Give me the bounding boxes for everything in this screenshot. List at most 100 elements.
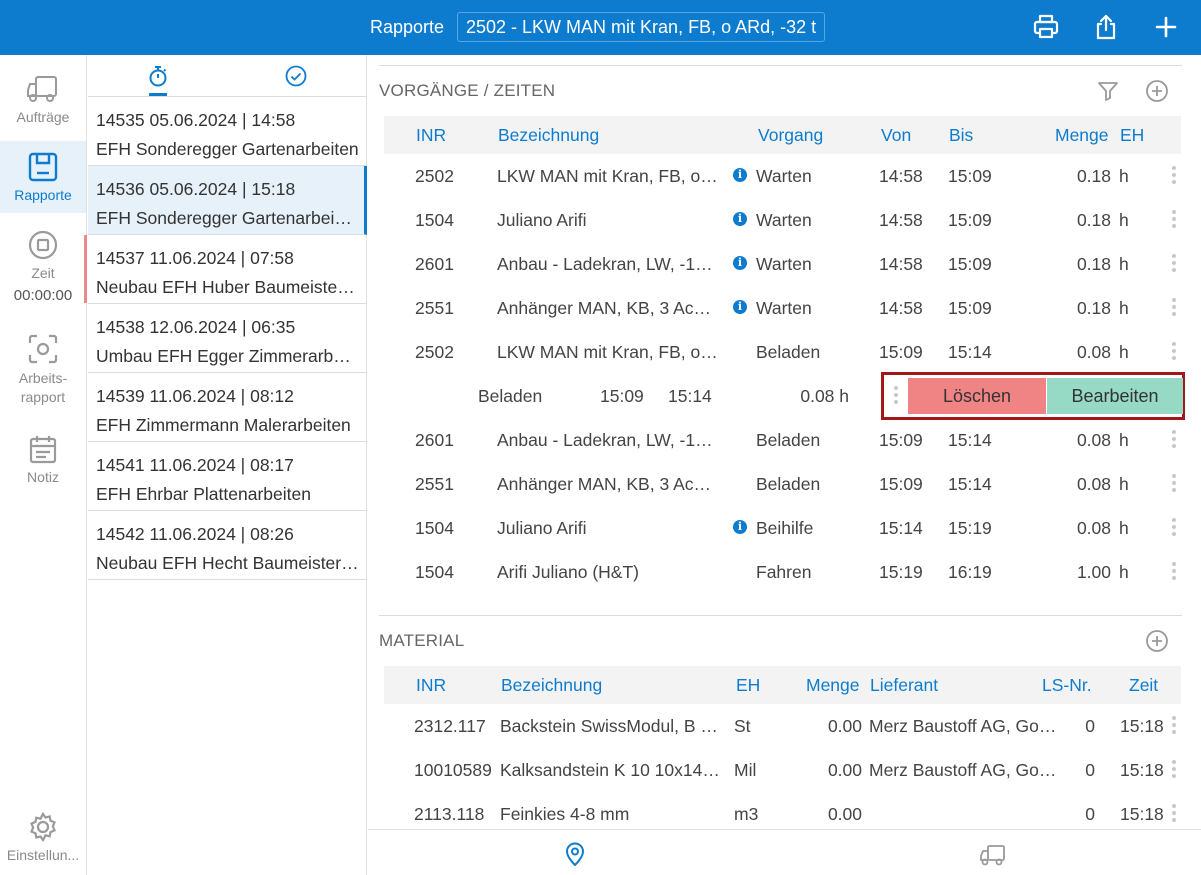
table-row[interactable]: 2502 LKW MAN mit Kran, FB, o ARd Beladen 15… bbox=[384, 330, 1181, 374]
list-item[interactable]: 14539 11.06.2024 | 08:12 EFH Zimmermann … bbox=[88, 373, 367, 442]
list-item[interactable]: 14535 05.06.2024 | 14:58 EFH Sonderegger… bbox=[88, 97, 367, 166]
cell-eh: h bbox=[1119, 166, 1129, 186]
row-menu-icon[interactable] bbox=[893, 386, 899, 406]
location-pin-icon[interactable] bbox=[564, 842, 586, 866]
truck-icon[interactable] bbox=[979, 843, 1007, 867]
sidebar-item-auftraege[interactable]: Aufträge bbox=[0, 73, 86, 135]
table-row[interactable]: 1504 Juliano Arifi i Beihilfe 15:14 15:19 0.08… bbox=[384, 506, 1181, 550]
cell-vorgang: Beladen bbox=[756, 474, 821, 494]
info-icon[interactable]: i bbox=[733, 520, 747, 534]
table-row[interactable]: 2601 Anbau - Ladekran, LW, -15 mt Beladen 1… bbox=[384, 418, 1181, 462]
info-icon[interactable]: i bbox=[733, 300, 747, 314]
cell-vorgang: Beladen bbox=[478, 386, 543, 406]
column-header[interactable]: LS-Nr. bbox=[1042, 675, 1092, 696]
printer-icon[interactable] bbox=[1032, 13, 1060, 41]
sidebar-item-zeit[interactable]: Zeit 00:00:00 bbox=[0, 229, 86, 319]
vorgaenge-table-header: INR Bezeichnung Vorgang Von Bis Menge EH bbox=[384, 116, 1181, 154]
cell-bezeichnung: Juliano Arifi bbox=[497, 518, 587, 538]
sidebar-item-rapporte[interactable]: Rapporte bbox=[0, 141, 86, 213]
cell-bezeichnung: Arifi Juliano (H&T) bbox=[497, 562, 639, 582]
cell-menge: 0.18 bbox=[1076, 254, 1111, 274]
row-menu-icon[interactable] bbox=[1171, 298, 1177, 318]
list-item[interactable]: 14542 11.06.2024 | 08:26 Neubau EFH Hech… bbox=[88, 511, 367, 580]
row-menu-icon[interactable] bbox=[1171, 518, 1177, 538]
column-header[interactable]: Bis bbox=[949, 125, 973, 146]
list-item[interactable]: 14541 11.06.2024 | 08:17 EFH Ehrbar Plat… bbox=[88, 442, 367, 511]
row-menu-icon[interactable] bbox=[1171, 166, 1177, 186]
sidebar-item-arbeitsrapport[interactable]: Arbeits- rapport bbox=[0, 333, 86, 413]
cell-bis: 15:09 bbox=[948, 166, 992, 186]
column-header[interactable]: Menge bbox=[1055, 125, 1109, 146]
report-project: EFH Ehrbar Plattenarbeiten bbox=[96, 484, 311, 504]
filter-icon[interactable] bbox=[1096, 79, 1120, 103]
table-row[interactable]: 2312.117 Backstein SwissModul, B 12.5 St 0.… bbox=[384, 704, 1181, 748]
column-header[interactable]: Vorgang bbox=[758, 125, 823, 146]
column-header[interactable]: EH bbox=[736, 675, 760, 696]
plus-icon[interactable] bbox=[1152, 13, 1180, 41]
column-header[interactable]: EH bbox=[1120, 125, 1144, 146]
row-menu-icon[interactable] bbox=[1171, 430, 1177, 450]
row-menu-icon[interactable] bbox=[1171, 760, 1177, 780]
info-icon[interactable]: i bbox=[733, 168, 747, 182]
report-number-date: 14537 11.06.2024 | 07:58 bbox=[96, 248, 294, 268]
table-row[interactable]: 1504 Juliano Arifi i Warten 14:58 15:09 0.18 h bbox=[384, 198, 1181, 242]
add-circle-icon[interactable] bbox=[1145, 79, 1169, 103]
row-menu-icon[interactable] bbox=[1171, 562, 1177, 582]
table-row[interactable]: 2601 Anbau - Ladekran, LW, -15 mt i Warten 1… bbox=[384, 242, 1181, 286]
column-header[interactable]: Menge bbox=[806, 675, 860, 696]
sidebar: Aufträge Rapporte Zeit 00:00:00 Arbeits-… bbox=[0, 55, 87, 875]
table-row[interactable]: 1504 Arifi Juliano (H&T) Fahren 15:19 16:19 1… bbox=[384, 550, 1181, 594]
report-icon bbox=[28, 152, 58, 182]
sidebar-item-settings[interactable]: Einstellun... bbox=[0, 811, 86, 871]
cell-von: 15:14 bbox=[879, 518, 923, 538]
divider bbox=[379, 65, 1182, 66]
column-header[interactable]: Von bbox=[881, 125, 911, 146]
cell-von: 15:19 bbox=[879, 562, 923, 582]
edit-button[interactable]: Bearbeiten bbox=[1047, 378, 1183, 414]
cell-lsnr: 0 bbox=[1085, 760, 1095, 780]
report-project: Neubau EFH Huber Baumeisterarbeiten bbox=[96, 277, 359, 297]
cell-vorgang: Beladen bbox=[756, 342, 821, 362]
column-header[interactable]: Lieferant bbox=[870, 675, 938, 696]
info-icon[interactable]: i bbox=[733, 212, 747, 226]
cell-eh: h bbox=[1119, 342, 1129, 362]
column-header[interactable]: Zeit bbox=[1129, 675, 1158, 696]
column-header[interactable]: INR bbox=[416, 125, 446, 146]
table-row[interactable]: 2551 Anhänger MAN, KB, 3 Achsen i Warten 14:… bbox=[384, 286, 1181, 330]
column-header[interactable]: INR bbox=[416, 675, 446, 696]
add-circle-icon[interactable] bbox=[1145, 629, 1169, 653]
divider bbox=[379, 615, 1182, 616]
share-icon[interactable] bbox=[1092, 13, 1120, 41]
row-menu-icon[interactable] bbox=[1171, 342, 1177, 362]
list-item[interactable]: 14537 11.06.2024 | 07:58 Neubau EFH Hube… bbox=[84, 235, 367, 304]
cell-bis: 15:19 bbox=[948, 518, 992, 538]
cell-lsnr: 0 bbox=[1085, 804, 1095, 824]
row-menu-icon[interactable] bbox=[1171, 254, 1177, 274]
row-menu-icon[interactable] bbox=[1171, 804, 1177, 824]
cell-eh: h bbox=[1119, 518, 1129, 538]
sidebar-item-notiz[interactable]: Notiz bbox=[0, 433, 86, 493]
cell-bis: 15:14 bbox=[948, 474, 992, 494]
vehicle-selector[interactable]: 2502 - LKW MAN mit Kran, FB, o ARd, -32 … bbox=[457, 12, 826, 42]
stopwatch-icon[interactable] bbox=[147, 65, 169, 87]
row-menu-icon[interactable] bbox=[1171, 474, 1177, 494]
column-header[interactable]: Bezeichnung bbox=[501, 675, 602, 696]
report-detail: VORGÄNGE / ZEITEN INR Bezeichnung Vorgan… bbox=[368, 55, 1201, 875]
report-number-date: 14539 11.06.2024 | 08:12 bbox=[96, 386, 294, 406]
info-icon[interactable]: i bbox=[733, 256, 747, 270]
cell-bezeichnung: LKW MAN mit Kran, FB, o ARd bbox=[497, 342, 719, 362]
row-menu-icon[interactable] bbox=[1171, 716, 1177, 736]
row-menu-icon[interactable] bbox=[1171, 210, 1177, 230]
cell-bis: 15:14 bbox=[668, 386, 712, 406]
table-row[interactable]: 2551 Anhänger MAN, KB, 3 Achsen Beladen 15:… bbox=[384, 462, 1181, 506]
list-item[interactable]: 14538 12.06.2024 | 06:35 Umbau EFH Egger… bbox=[88, 304, 367, 373]
check-circle-icon[interactable] bbox=[285, 65, 307, 87]
sidebar-item-label: Rapporte bbox=[14, 187, 72, 203]
list-item[interactable]: 14536 05.06.2024 | 15:18 EFH Sonderegger… bbox=[88, 166, 367, 235]
delete-button[interactable]: Löschen bbox=[908, 378, 1046, 414]
table-row[interactable]: 10010589 Kalksandstein K 10 10x14.5x25 Mil… bbox=[384, 748, 1181, 792]
cell-menge: 0.08 h bbox=[800, 386, 849, 406]
sidebar-item-label: Notiz bbox=[27, 469, 59, 485]
column-header[interactable]: Bezeichnung bbox=[498, 125, 599, 146]
table-row[interactable]: 2502 LKW MAN mit Kran, FB, o ARd i Warten 14… bbox=[384, 154, 1181, 198]
